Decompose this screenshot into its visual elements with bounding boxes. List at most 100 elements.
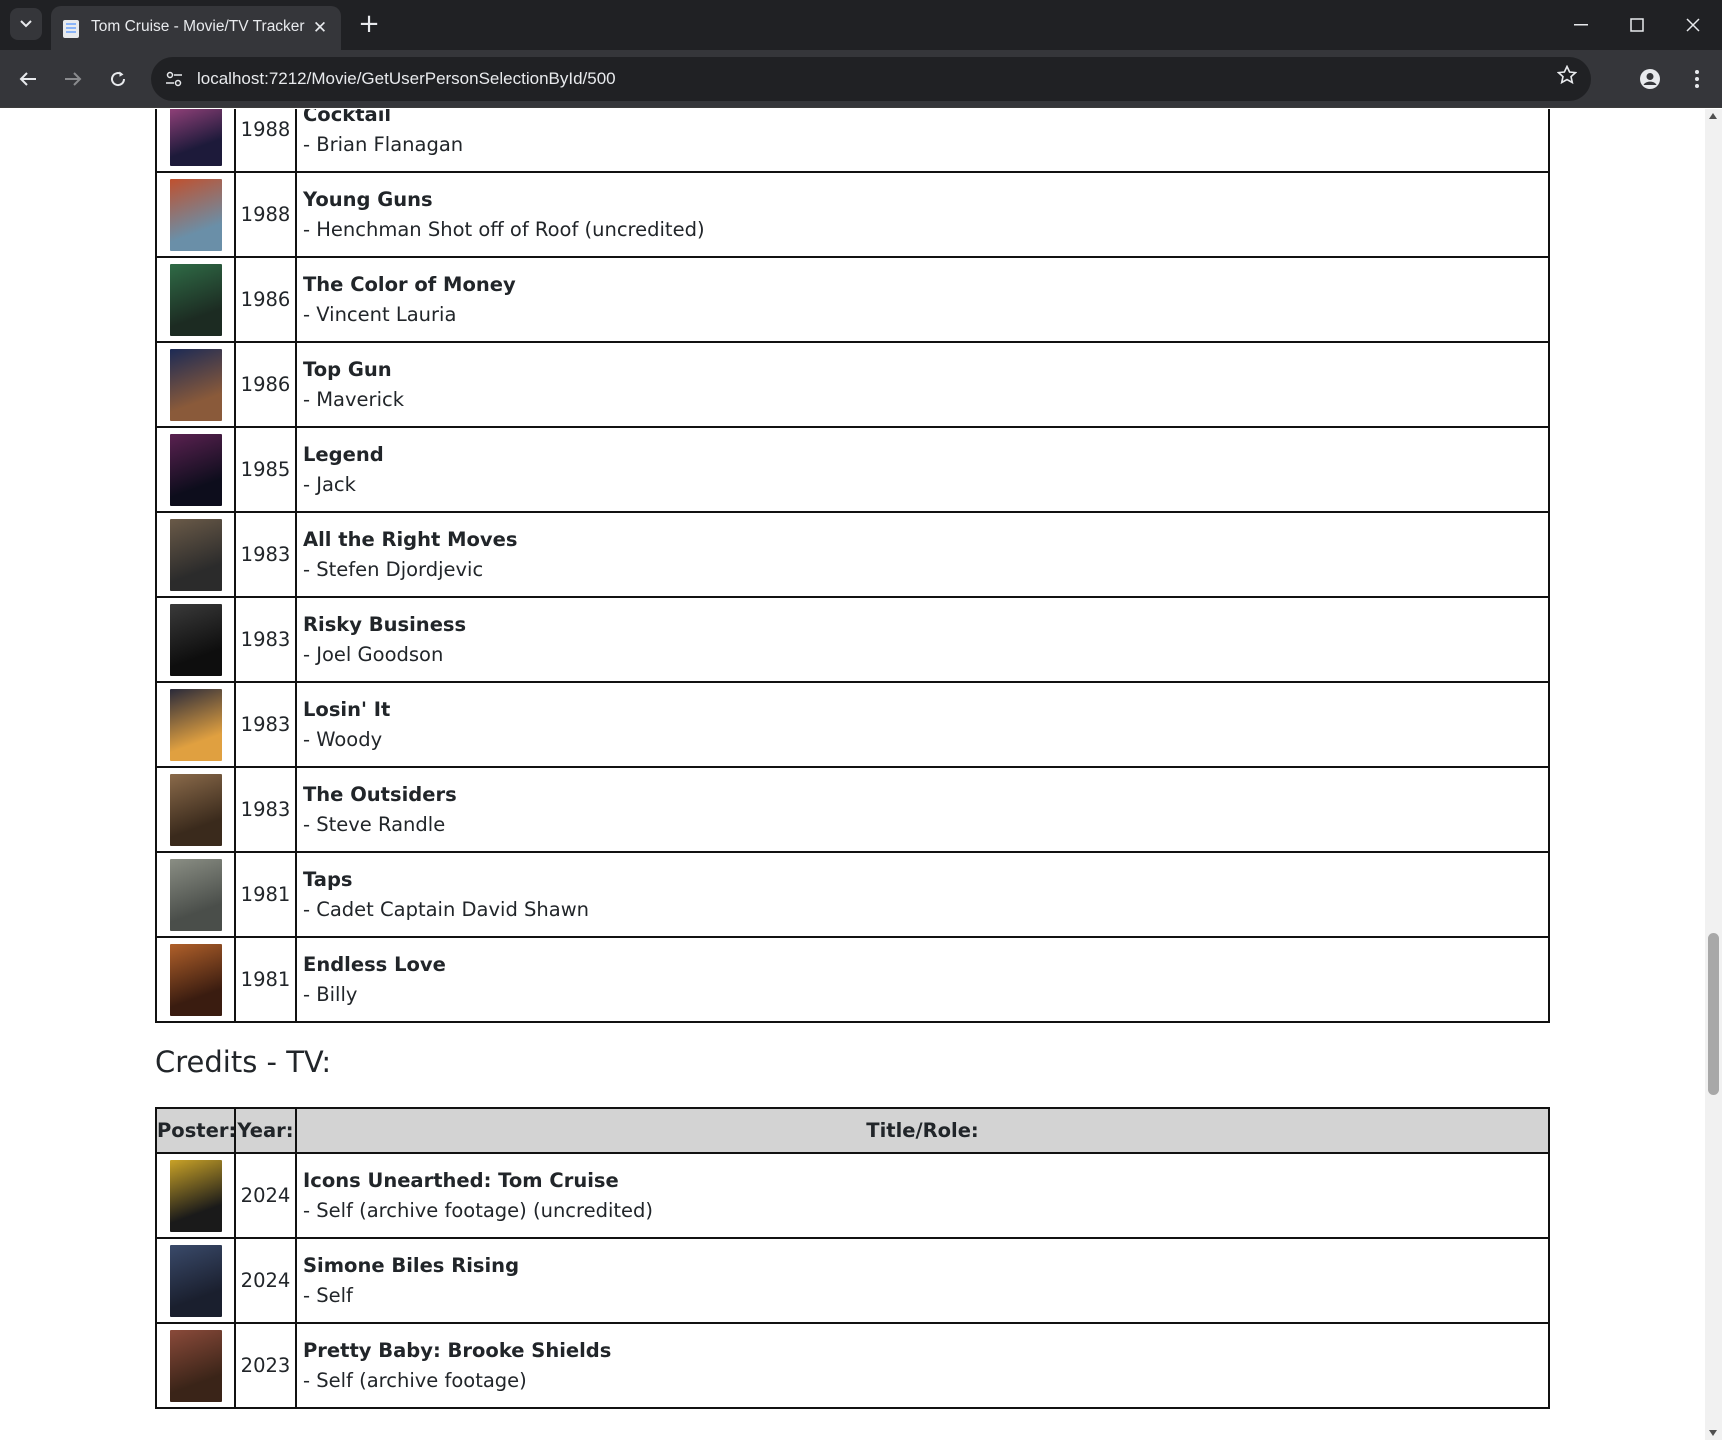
year-cell: 2024	[234, 1152, 297, 1239]
credit-role: - Woody	[303, 727, 383, 751]
credit-role: - Cadet Captain David Shawn	[303, 897, 590, 921]
credit-row: 2023 Pretty Baby: Brooke Shields - Self (a…	[155, 1322, 1550, 1409]
scroll-down-arrow-icon[interactable]	[1709, 1430, 1717, 1436]
title-role-cell: Young Guns - Henchman Shot off of Roof (u…	[295, 171, 1550, 258]
year-cell: 1988	[234, 109, 297, 173]
credit-role: - Stefen Djordjevic	[303, 557, 484, 581]
title-role-cell: Top Gun - Maverick	[295, 341, 1550, 428]
title-role-cell: Icons Unearthed: Tom Cruise - Self (archi…	[295, 1152, 1550, 1239]
maximize-button[interactable]	[1614, 8, 1660, 42]
poster-cell	[155, 171, 236, 258]
title-role-cell: The Color of Money - Vincent Lauria	[295, 256, 1550, 343]
year-cell: 1983	[234, 766, 297, 853]
credit-role: - Self	[303, 1283, 353, 1307]
title-role-cell: Taps - Cadet Captain David Shawn	[295, 851, 1550, 938]
tab-search-chevron-icon[interactable]	[10, 8, 42, 40]
page-scrollbar[interactable]	[1705, 109, 1722, 1440]
credit-role: - Joel Goodson	[303, 642, 444, 666]
credit-row: 1988 Young Guns - Henchman Shot off of Roo…	[155, 171, 1550, 258]
poster-cell	[155, 256, 236, 343]
address-bar[interactable]: localhost:7212/Movie/GetUserPersonSelect…	[151, 57, 1591, 101]
credit-title-link[interactable]: The Color of Money	[303, 270, 1548, 300]
browser-menu-icon[interactable]	[1684, 63, 1710, 95]
credit-title-link[interactable]: Risky Business	[303, 610, 1548, 640]
title-role-cell: Legend - Jack	[295, 426, 1550, 513]
browser-tabstrip: Tom Cruise - Movie/TV Tracker ✕ +	[0, 0, 1722, 50]
credit-title-link[interactable]: Losin' It	[303, 695, 1548, 725]
title-role-cell: Cocktail - Brian Flanagan	[295, 109, 1550, 173]
poster-image[interactable]	[169, 1329, 222, 1402]
poster-cell	[155, 511, 236, 598]
scroll-up-arrow-icon[interactable]	[1709, 113, 1717, 119]
poster-cell	[155, 936, 236, 1023]
scrollbar-thumb[interactable]	[1708, 933, 1719, 1095]
year-cell: 1983	[234, 511, 297, 598]
title-role-cell: Risky Business - Joel Goodson	[295, 596, 1550, 683]
year-cell: 1983	[234, 681, 297, 768]
credit-row: 2024 Simone Biles Rising - Self	[155, 1237, 1550, 1324]
poster-cell	[155, 681, 236, 768]
credit-row: 1983 The Outsiders - Steve Randle	[155, 766, 1550, 853]
credit-title-link[interactable]: Pretty Baby: Brooke Shields	[303, 1336, 1548, 1366]
credit-title-link[interactable]: Icons Unearthed: Tom Cruise	[303, 1166, 1548, 1196]
poster-cell	[155, 851, 236, 938]
credit-row: 1983 Losin' It - Woody	[155, 681, 1550, 768]
poster-image[interactable]	[169, 858, 222, 931]
movie-credits-table: 1988 Cocktail - Brian Flanagan 1988 Young Gu…	[155, 109, 1550, 1023]
year-cell: 1985	[234, 426, 297, 513]
page-favicon-icon	[63, 20, 79, 38]
credit-title-link[interactable]: Legend	[303, 440, 1548, 470]
poster-image[interactable]	[169, 348, 222, 421]
active-tab[interactable]: Tom Cruise - Movie/TV Tracker ✕	[51, 6, 341, 50]
poster-image[interactable]	[169, 603, 222, 676]
year-cell: 1983	[234, 596, 297, 683]
title-role-cell: Losin' It - Woody	[295, 681, 1550, 768]
poster-image[interactable]	[169, 263, 222, 336]
minimize-button[interactable]	[1558, 8, 1604, 42]
tv-credits-heading: Credits - TV:	[155, 1045, 332, 1079]
credit-title-link[interactable]: All the Right Moves	[303, 525, 1548, 555]
credit-row: 1985 Legend - Jack	[155, 426, 1550, 513]
title-role-cell: Pretty Baby: Brooke Shields - Self (archi…	[295, 1322, 1550, 1409]
poster-image[interactable]	[169, 943, 222, 1016]
year-cell: 1981	[234, 851, 297, 938]
tv-table-header-row: Poster: Year: Title/Role:	[155, 1107, 1550, 1154]
credit-title-link[interactable]: Taps	[303, 865, 1548, 895]
forward-arrow-icon[interactable]	[56, 62, 90, 96]
poster-image[interactable]	[169, 433, 222, 506]
credit-title-link[interactable]: Young Guns	[303, 185, 1548, 215]
site-info-icon[interactable]	[163, 68, 185, 90]
credit-row: 1986 Top Gun - Maverick	[155, 341, 1550, 428]
year-cell: 1981	[234, 936, 297, 1023]
page-viewport: 1988 Cocktail - Brian Flanagan 1988 Young Gu…	[0, 109, 1705, 1440]
poster-image[interactable]	[169, 688, 222, 761]
poster-image[interactable]	[169, 1159, 222, 1232]
credit-title-link[interactable]: Cocktail	[303, 109, 1548, 130]
credit-title-link[interactable]: Endless Love	[303, 950, 1548, 980]
poster-image[interactable]	[169, 773, 222, 846]
profile-avatar-icon[interactable]	[1636, 65, 1664, 93]
new-tab-button[interactable]: +	[354, 9, 384, 39]
credit-title-link[interactable]: Top Gun	[303, 355, 1548, 385]
page-content: 1988 Cocktail - Brian Flanagan 1988 Young Gu…	[155, 109, 1550, 1409]
credit-role: - Brian Flanagan	[303, 132, 464, 156]
close-window-button[interactable]	[1670, 8, 1716, 42]
credit-title-link[interactable]: The Outsiders	[303, 780, 1548, 810]
bookmark-star-icon[interactable]	[1556, 64, 1578, 91]
title-role-cell: The Outsiders - Steve Randle	[295, 766, 1550, 853]
poster-image[interactable]	[169, 109, 222, 166]
credit-row: 1983 Risky Business - Joel Goodson	[155, 596, 1550, 683]
url-text[interactable]: localhost:7212/Movie/GetUserPersonSelect…	[197, 69, 616, 89]
credit-role: - Self (archive footage) (uncredited)	[303, 1198, 654, 1222]
poster-image[interactable]	[169, 178, 222, 251]
reload-icon[interactable]	[101, 62, 135, 96]
back-arrow-icon[interactable]	[11, 62, 45, 96]
poster-cell	[155, 426, 236, 513]
poster-image[interactable]	[169, 1244, 222, 1317]
poster-cell	[155, 1237, 236, 1324]
credit-row: 1981 Taps - Cadet Captain David Shawn	[155, 851, 1550, 938]
close-tab-icon[interactable]: ✕	[309, 17, 331, 39]
poster-image[interactable]	[169, 518, 222, 591]
credit-role: - Henchman Shot off of Roof (uncredited)	[303, 217, 705, 241]
credit-title-link[interactable]: Simone Biles Rising	[303, 1251, 1548, 1281]
